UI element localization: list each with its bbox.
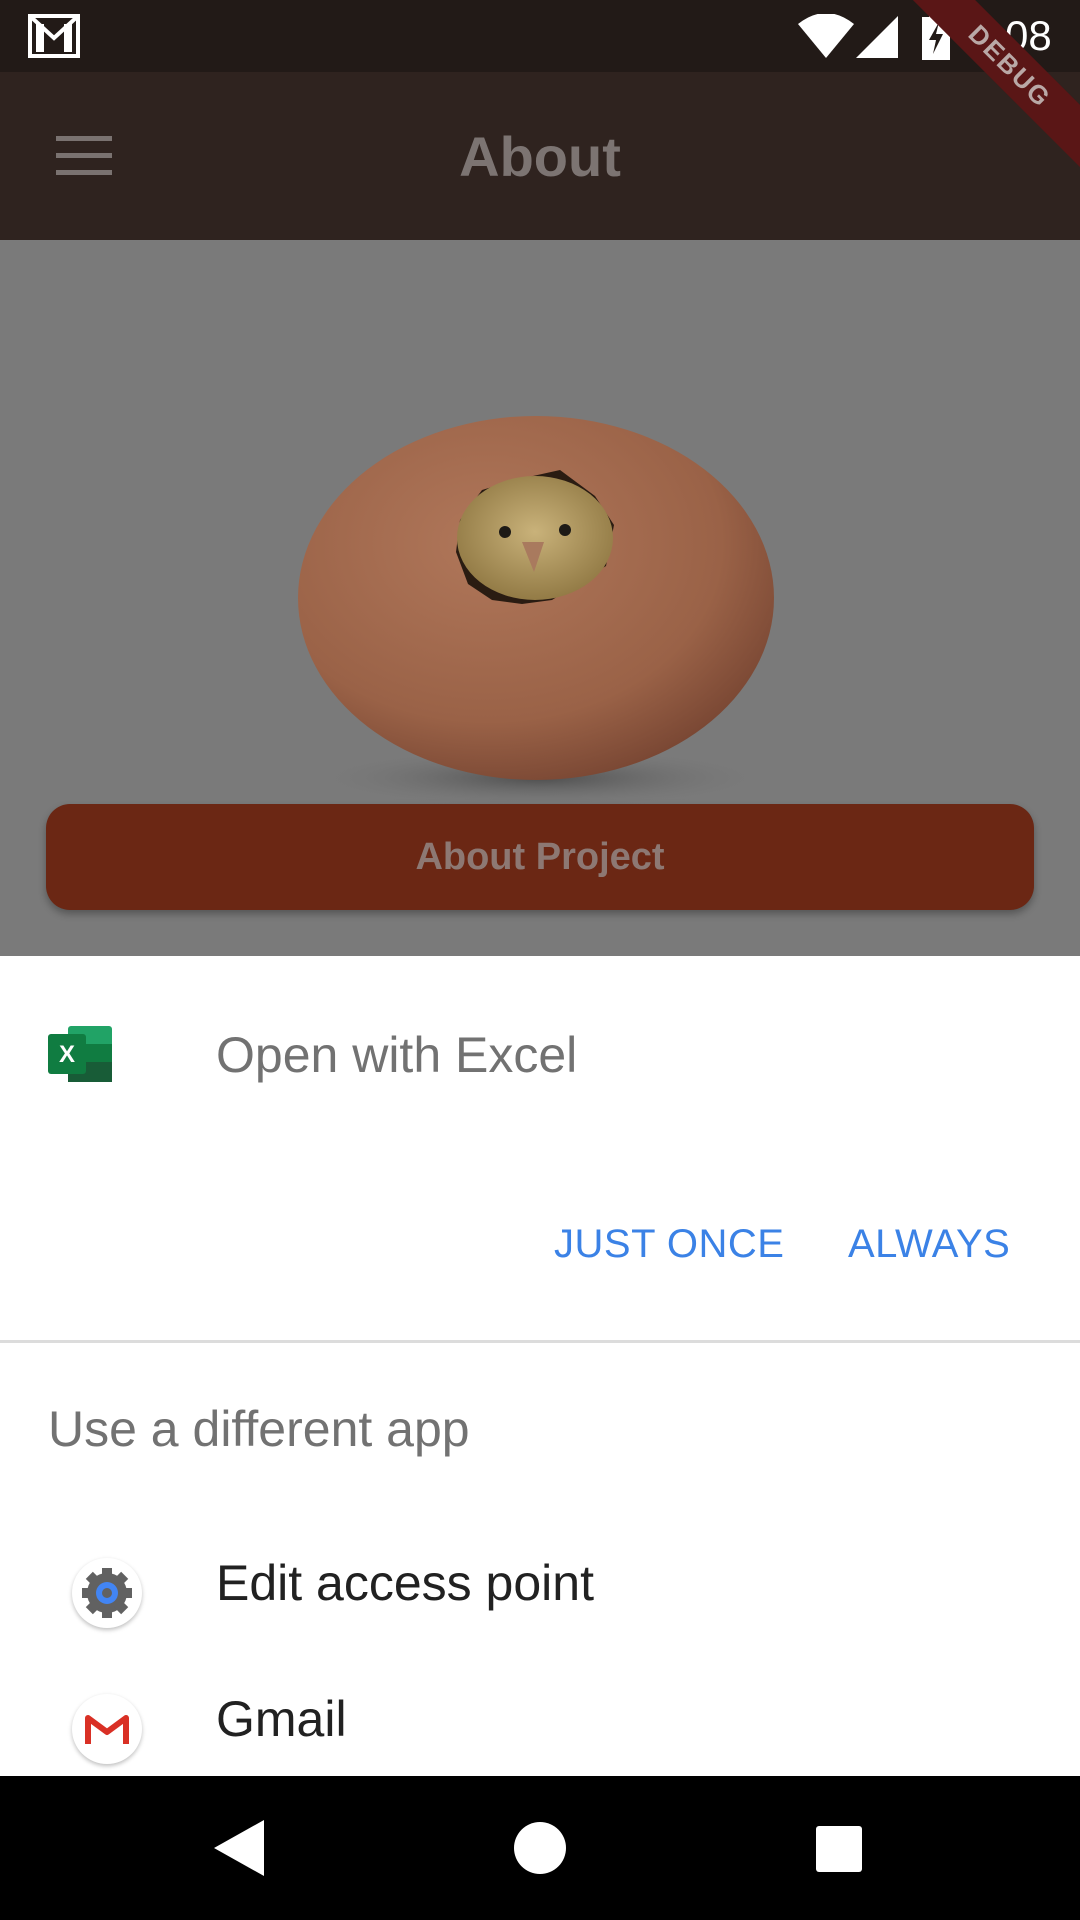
wifi-icon [798, 14, 854, 58]
divider [0, 1340, 1080, 1343]
gmail-notification-icon [28, 14, 80, 58]
app-option-label: Gmail [216, 1691, 347, 1747]
always-button[interactable]: ALWAYS [848, 1222, 1010, 1267]
just-once-button[interactable]: JUST ONCE [554, 1222, 784, 1267]
app-option-label: Edit access point [216, 1555, 594, 1611]
home-icon[interactable] [514, 1822, 566, 1874]
gmail-icon [72, 1694, 142, 1764]
excel-icon: X [48, 1026, 112, 1082]
page-title: About [459, 125, 621, 188]
app-chooser-sheet: X Open with Excel JUST ONCE ALWAYS Use a… [0, 956, 1080, 1776]
settings-gear-icon [72, 1558, 142, 1628]
app-bar: About [0, 72, 1080, 240]
recent-apps-icon[interactable] [816, 1826, 862, 1872]
chooser-title: Open with Excel [216, 1027, 578, 1083]
signal-icon [856, 16, 898, 58]
different-app-heading: Use a different app [48, 1401, 470, 1457]
app-option-gmail[interactable]: Gmail [0, 1668, 1080, 1776]
chick-in-egg-image [298, 416, 774, 808]
about-content: About Project [0, 240, 1080, 956]
app-option-edit-access-point[interactable]: Edit access point [0, 1532, 1080, 1662]
svg-text:X: X [59, 1041, 75, 1068]
status-bar: 9:08 [0, 0, 1080, 72]
back-icon[interactable] [214, 1820, 264, 1876]
navigation-bar [0, 1776, 1080, 1920]
about-project-button[interactable]: About Project [46, 804, 1034, 910]
